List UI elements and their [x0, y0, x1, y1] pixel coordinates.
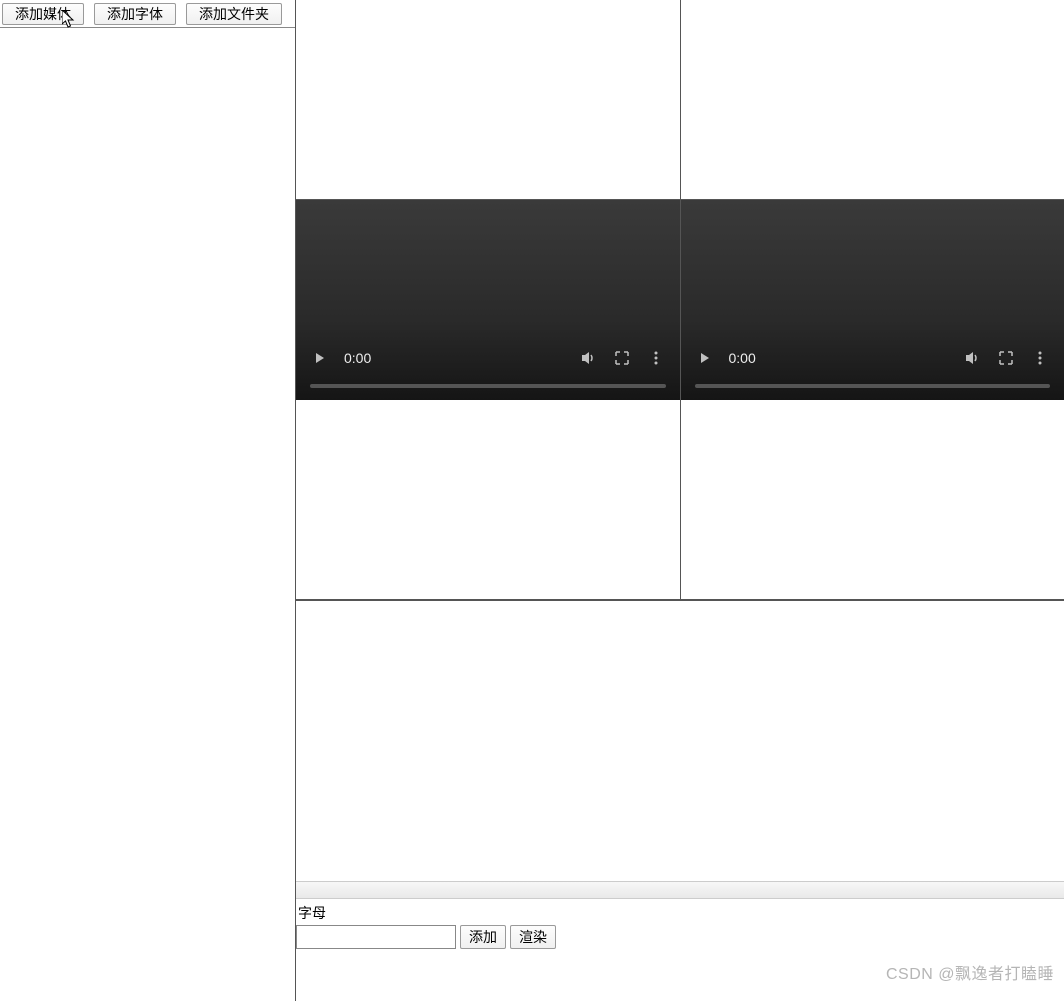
volume-icon[interactable]: [578, 348, 598, 368]
fullscreen-icon[interactable]: [612, 348, 632, 368]
preview-grid: 0:00 0:00: [295, 0, 1064, 600]
video-time-left: 0:00: [344, 350, 371, 366]
more-icon[interactable]: [1030, 348, 1050, 368]
top-toolbar: 添加媒体 添加字体 添加文件夹: [0, 0, 295, 28]
video-player-right[interactable]: 0:00: [680, 200, 1064, 400]
add-font-button[interactable]: 添加字体: [94, 3, 176, 25]
preview-cell-top-right: [680, 0, 1064, 200]
seekbar-left[interactable]: [310, 384, 666, 388]
video-time-right: 0:00: [729, 350, 756, 366]
video-controls-left: 0:00: [296, 342, 680, 374]
more-icon[interactable]: [646, 348, 666, 368]
add-folder-button[interactable]: 添加文件夹: [186, 3, 282, 25]
video-controls-right: 0:00: [681, 342, 1064, 374]
seekbar-right[interactable]: [695, 384, 1051, 388]
video-player-left[interactable]: 0:00: [295, 200, 680, 400]
fullscreen-icon[interactable]: [996, 348, 1016, 368]
video-row: 0:00 0:00: [295, 200, 1064, 400]
play-icon[interactable]: [695, 348, 715, 368]
form-row: 字母 添加 渲染: [296, 899, 1064, 951]
horizontal-scrollbar[interactable]: [296, 881, 1064, 899]
timeline-area[interactable]: [296, 601, 1064, 881]
volume-icon[interactable]: [962, 348, 982, 368]
form-label: 字母: [296, 901, 1064, 925]
bottom-blank: [296, 951, 1064, 1001]
add-button[interactable]: 添加: [460, 925, 506, 949]
preview-cell-bottom-right: [680, 400, 1064, 600]
play-icon[interactable]: [310, 348, 330, 368]
text-input[interactable]: [296, 925, 456, 949]
bottom-panel: 字母 添加 渲染: [295, 600, 1064, 1001]
add-media-button[interactable]: 添加媒体: [2, 3, 84, 25]
preview-cell-bottom-left: [295, 400, 680, 600]
render-button[interactable]: 渲染: [510, 925, 556, 949]
form-controls: 添加 渲染: [296, 925, 1064, 951]
preview-cell-top-left: [295, 0, 680, 200]
